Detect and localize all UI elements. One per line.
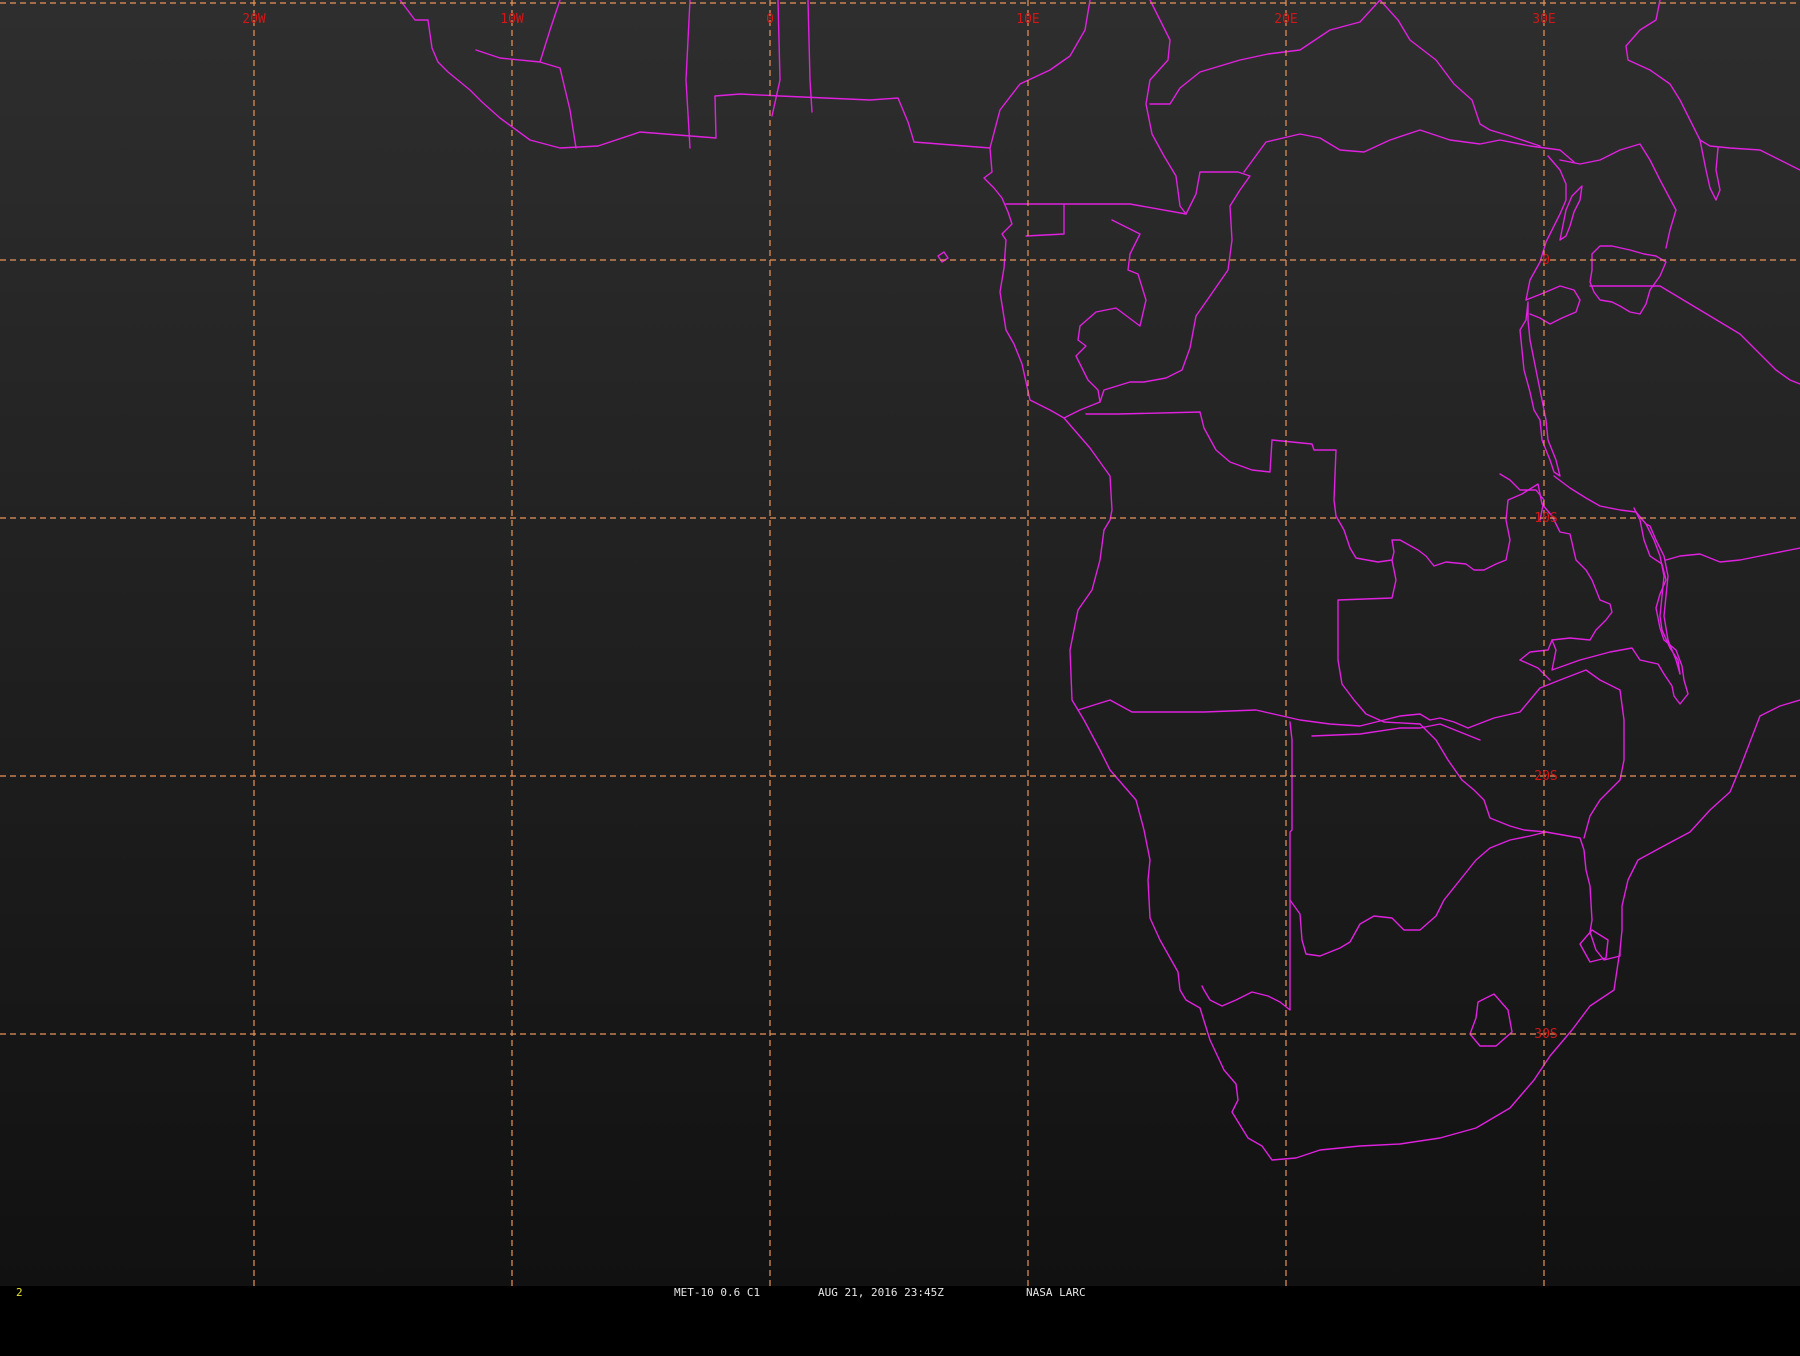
latitude-label: 0 bbox=[1542, 253, 1550, 268]
longitude-label: 0 bbox=[766, 12, 774, 27]
satellite-map-viewport[interactable]: 20W 10W 0 10E 20E 30E 0 10S 20S 30S bbox=[0, 0, 1800, 1286]
longitude-label: 20W bbox=[242, 12, 266, 27]
data-source-label: NASA LARC bbox=[1026, 1286, 1086, 1299]
longitude-label: 10W bbox=[500, 12, 524, 27]
latitude-label: 30S bbox=[1534, 1027, 1557, 1042]
frame-number: 2 bbox=[16, 1286, 23, 1299]
latitude-label: 20S bbox=[1534, 769, 1557, 784]
longitude-label: 10E bbox=[1016, 12, 1039, 27]
image-datetime-label: AUG 21, 2016 23:45Z bbox=[818, 1286, 944, 1299]
satellite-product-label: MET-10 0.6 C1 bbox=[674, 1286, 761, 1299]
status-bar: 2 MET-10 0.6 C1 AUG 21, 2016 23:45Z NASA… bbox=[0, 1286, 1800, 1300]
longitude-label: 30E bbox=[1532, 12, 1555, 27]
satellite-map: 20W 10W 0 10E 20E 30E 0 10S 20S 30S bbox=[0, 0, 1800, 1286]
map-background bbox=[0, 0, 1800, 1286]
longitude-label: 20E bbox=[1274, 12, 1297, 27]
latitude-label: 10S bbox=[1534, 511, 1557, 526]
